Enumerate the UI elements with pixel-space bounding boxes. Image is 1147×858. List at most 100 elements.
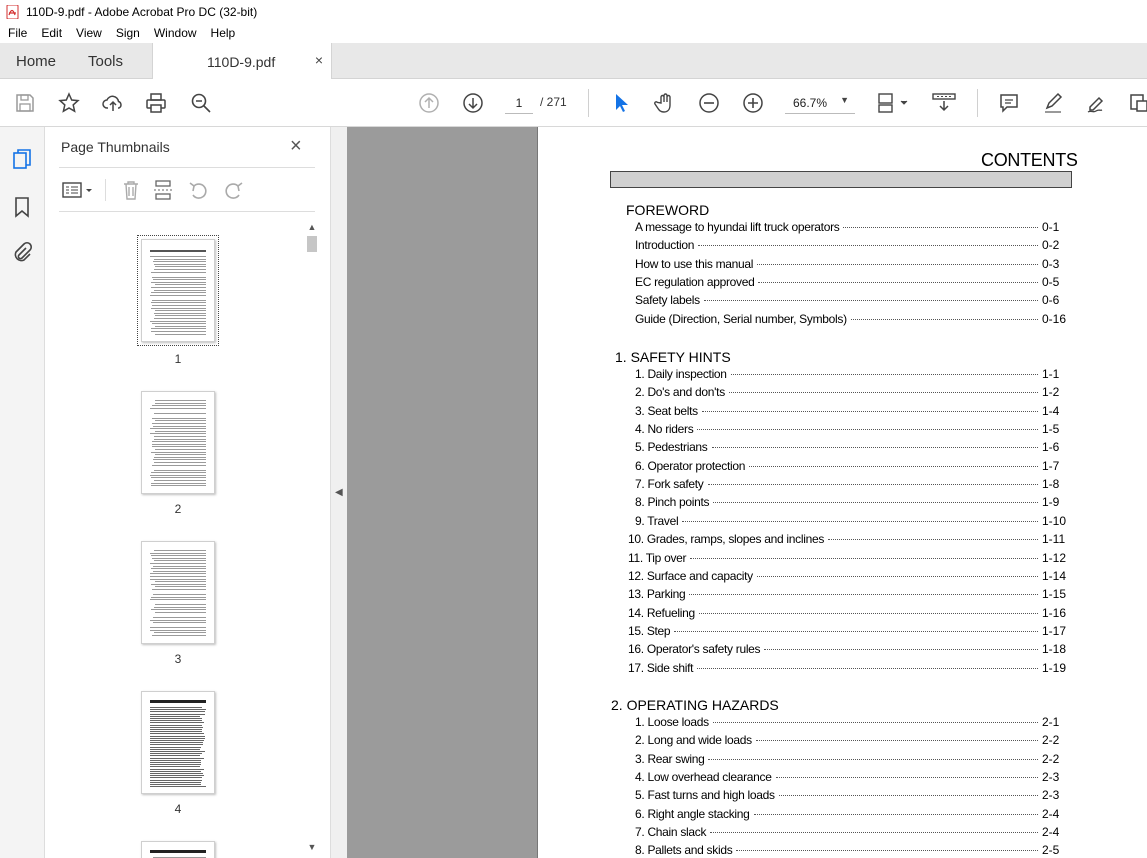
collapse-panel-icon[interactable]: ◀: [335, 487, 343, 498]
page-number-input[interactable]: 1: [505, 92, 533, 114]
extract-page-icon[interactable]: [153, 179, 175, 201]
tab-home[interactable]: Home: [16, 53, 56, 70]
toc-entry[interactable]: 5. Fast turns and high loads 2-3: [635, 788, 1070, 804]
toc-entry[interactable]: 13. Parking 1-15: [628, 587, 1070, 603]
toc-entry[interactable]: 7. Fork safety 1-8: [635, 477, 1070, 493]
thumbnail-scrollbar[interactable]: ▲ ▼: [305, 222, 319, 858]
toc-entry[interactable]: 9. Travel 1-10: [635, 514, 1070, 530]
toolbar-divider: [588, 89, 589, 117]
print-icon[interactable]: [144, 91, 168, 115]
page-thumbnails-icon[interactable]: [10, 147, 34, 171]
toc-entry[interactable]: Introduction 0-2: [635, 238, 1070, 254]
zoom-level-select[interactable]: 66.7% ▼: [785, 92, 855, 114]
toc-entry[interactable]: 7. Chain slack 2-4: [635, 825, 1070, 841]
document-view[interactable]: CONTENTS FOREWORD A message to hyundai li…: [347, 127, 1147, 858]
sign-icon[interactable]: [1085, 91, 1109, 115]
toc-entry[interactable]: 17. Side shift 1-19: [628, 661, 1070, 677]
close-tab-icon[interactable]: ×: [315, 52, 323, 68]
menu-file[interactable]: File: [0, 26, 33, 40]
rotate-left-icon[interactable]: [188, 179, 210, 201]
toc-entry[interactable]: Safety labels 0-6: [635, 293, 1070, 309]
hand-icon[interactable]: [653, 91, 677, 115]
share-icon[interactable]: [1127, 91, 1147, 115]
toc-entry[interactable]: 4. Low overhead clearance 2-3: [635, 770, 1070, 786]
delete-page-icon[interactable]: [120, 179, 142, 201]
toc-entry[interactable]: 6. Right angle stacking 2-4: [635, 807, 1070, 823]
menu-edit[interactable]: Edit: [33, 26, 68, 40]
scrollbar-thumb[interactable]: [307, 236, 317, 252]
toc-entry[interactable]: 4. No riders 1-5: [635, 422, 1070, 438]
thumbnail-mini-line: [151, 451, 206, 453]
toc-entry[interactable]: 3. Rear swing 2-2: [635, 752, 1070, 768]
toc-entry[interactable]: 8. Pallets and skids 2-5: [635, 843, 1070, 858]
zoom-out-icon[interactable]: [697, 91, 721, 115]
thumbnail-mini-line: [150, 850, 206, 853]
tab-tools[interactable]: Tools: [88, 53, 123, 70]
thumbnail-mini-line: [151, 568, 206, 570]
page-thumbnail-1[interactable]: [137, 235, 219, 346]
toc-leader-dots: [697, 667, 1038, 669]
toc-entry[interactable]: 2. Do's and don'ts 1-2: [635, 385, 1070, 401]
menu-sign[interactable]: Sign: [108, 26, 146, 40]
star-icon[interactable]: [57, 91, 81, 115]
comment-icon[interactable]: [997, 91, 1021, 115]
tab-document[interactable]: 110D-9.pdf ×: [152, 43, 332, 80]
page-down-icon[interactable]: [461, 91, 485, 115]
toc-entry[interactable]: 10. Grades, ramps, slopes and inclines 1-…: [628, 532, 1070, 548]
toc-entry[interactable]: 5. Pedestrians 1-6: [635, 440, 1070, 456]
toc-entry-page: 1-12: [1042, 550, 1067, 565]
select-cursor-icon[interactable]: [609, 91, 633, 115]
toc-entry[interactable]: 1. Daily inspection 1-1: [635, 367, 1070, 383]
toc-leader-dots: [698, 245, 1038, 247]
fit-page-icon[interactable]: [876, 91, 912, 115]
toc-entry[interactable]: 1. Loose loads 2-1: [635, 715, 1070, 731]
close-panel-icon[interactable]: ×: [290, 135, 302, 158]
thumbnail-mini-line: [150, 474, 206, 476]
thumbnail-mini-line: [154, 412, 206, 414]
toc-entry[interactable]: 2. Long and wide loads 2-2: [635, 733, 1070, 749]
toc-entry[interactable]: EC regulation approved 0-5: [635, 275, 1070, 291]
highlight-icon[interactable]: [1041, 91, 1065, 115]
page-thumbnail-5[interactable]: [141, 841, 215, 858]
page-thumbnail-4[interactable]: [141, 691, 215, 794]
menu-view[interactable]: View: [68, 26, 108, 40]
scroll-up-icon[interactable]: ▲: [305, 222, 319, 234]
thumbnail-mini-line: [155, 430, 206, 432]
page-up-icon[interactable]: [417, 91, 441, 115]
bookmark-icon[interactable]: [10, 195, 34, 219]
toc-entry-page: 1-1: [1042, 367, 1060, 381]
upload-icon[interactable]: [101, 91, 125, 115]
scroll-down-icon[interactable]: ▼: [305, 842, 319, 854]
scroll-mode-icon[interactable]: [931, 91, 959, 115]
toc-entry[interactable]: 14. Refueling 1-16: [628, 606, 1070, 622]
toc-entry[interactable]: 6. Operator protection 1-7: [635, 459, 1070, 475]
toc-leader-dots: [697, 429, 1038, 431]
thumbnail-mini-line: [155, 310, 206, 312]
thumbnail-mini-line: [154, 606, 206, 608]
toc-entry[interactable]: 11. Tip over 1-12: [628, 551, 1070, 567]
attachment-icon[interactable]: [10, 241, 34, 265]
page-thumbnail-3[interactable]: [141, 541, 215, 644]
page-thumbnail-2[interactable]: [141, 391, 215, 494]
save-icon[interactable]: [13, 91, 37, 115]
toc-entry[interactable]: 12. Surface and capacity 1-14: [628, 569, 1070, 585]
toc-entry[interactable]: How to use this manual 0-3: [635, 257, 1070, 273]
thumbnail-mini-line: [150, 700, 206, 703]
panel-splitter[interactable]: ◀: [330, 127, 347, 858]
thumbnail-options-icon[interactable]: [61, 179, 95, 201]
toc-entry[interactable]: Guide (Direction, Serial number, Symbols…: [635, 312, 1070, 328]
thumbnail-mini-line: [151, 287, 206, 288]
toc-entry[interactable]: 8. Pinch points 1-9: [635, 495, 1070, 511]
menu-help[interactable]: Help: [203, 26, 242, 40]
toc-entry[interactable]: 16. Operator's safety rules 1-18: [628, 642, 1070, 658]
menu-window[interactable]: Window: [146, 26, 203, 40]
thumbnail-mini-line: [155, 581, 206, 583]
zoom-in-icon[interactable]: [741, 91, 765, 115]
thumbnail-mini-line: [155, 454, 206, 456]
toc-leader-dots: [690, 557, 1038, 559]
rotate-right-icon[interactable]: [222, 179, 244, 201]
search-zoom-icon[interactable]: [189, 91, 213, 115]
toc-entry[interactable]: A message to hyundai lift truck operator…: [635, 220, 1070, 236]
toc-entry[interactable]: 3. Seat belts 1-4: [635, 404, 1070, 420]
toc-entry[interactable]: 15. Step 1-17: [628, 624, 1070, 640]
